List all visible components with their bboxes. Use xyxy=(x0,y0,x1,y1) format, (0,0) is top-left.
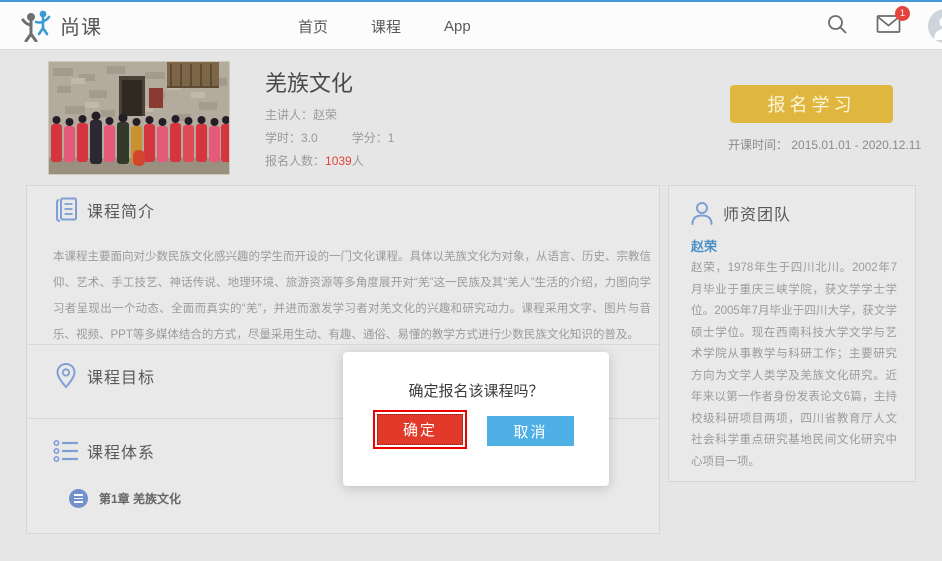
schedule-label: 开课时间： xyxy=(728,138,788,152)
list-outline-icon xyxy=(53,436,79,466)
search-button[interactable] xyxy=(826,13,852,39)
messages-button[interactable]: 1 xyxy=(876,13,902,39)
teachers-header: 师资团队 xyxy=(689,198,791,228)
section-intro-title: 课程简介 xyxy=(87,198,155,222)
section-goal-header: 课程目标 xyxy=(53,361,155,391)
nav-item-app[interactable]: App xyxy=(444,18,471,35)
section-divider xyxy=(27,344,659,345)
brand-name: 尚课 xyxy=(60,11,102,40)
course-photo xyxy=(48,61,230,175)
course-hours-credits: 学时：3.0 学分：1 xyxy=(265,129,394,146)
brand-logo[interactable]: 尚课 xyxy=(18,8,102,42)
course-schedule: 开课时间： 2015.01.01 - 2020.12.11 xyxy=(728,136,921,153)
course-credits: 学分：1 xyxy=(352,131,395,145)
enroll-button[interactable]: 报名学习 xyxy=(730,85,893,123)
schedule-value: 2015.01.01 - 2020.12.11 xyxy=(791,138,921,152)
enroll-count-value: 1039 xyxy=(325,154,352,168)
section-goal-title: 课程目标 xyxy=(87,364,155,388)
teacher-name-link[interactable]: 赵荣 xyxy=(691,236,717,255)
course-hours: 学时：3.0 xyxy=(265,131,318,145)
top-navbar: 尚课 首页 课程 App xyxy=(0,0,942,50)
cancel-button[interactable]: 取消 xyxy=(487,416,574,446)
course-page: 尚课 首页 课程 App xyxy=(0,0,942,561)
nav-item-courses[interactable]: 课程 xyxy=(371,16,401,37)
section-system-header: 课程体系 xyxy=(53,436,155,466)
course-instructor: 主讲人：赵荣 xyxy=(265,106,337,123)
chapter-list-icon xyxy=(69,489,88,508)
course-title: 羌族文化 xyxy=(265,66,353,98)
annotation-highlight-box: 确定 xyxy=(373,410,467,449)
logo-people-icon xyxy=(18,8,52,42)
section-system-title: 课程体系 xyxy=(87,439,155,463)
course-intro-text: 本课程主要面向对少数民族文化感兴趣的学生而开设的一门文化课程。具体以羌族文化为对… xyxy=(53,244,651,348)
notebook-icon xyxy=(53,195,79,225)
course-enrollment: 报名人数：1039人 xyxy=(265,152,364,169)
chapter-label: 第1章 羌族文化 xyxy=(99,490,181,507)
confirm-enroll-dialog: 确定报名该课程吗？ 确定 取消 xyxy=(343,352,609,486)
avatar[interactable] xyxy=(928,9,942,43)
unread-badge: 1 xyxy=(895,6,910,21)
dialog-question: 确定报名该课程吗？ xyxy=(343,380,609,401)
section-intro-header: 课程简介 xyxy=(53,195,155,225)
chapter-item[interactable]: 第1章 羌族文化 xyxy=(69,489,181,508)
enroll-count-label: 报名人数： xyxy=(265,154,325,168)
teacher-bio: 赵荣，1978年生于四川北川。2002年7月毕业于重庆三峡学院，获文学学士学位。… xyxy=(691,258,897,473)
location-pin-icon xyxy=(53,361,79,391)
enroll-count-suffix: 人 xyxy=(352,154,364,168)
confirm-button[interactable]: 确定 xyxy=(377,414,463,445)
navbar-right: 1 xyxy=(826,2,942,50)
person-icon xyxy=(689,198,715,228)
nav-item-home[interactable]: 首页 xyxy=(298,16,328,37)
main-nav: 首页 课程 App xyxy=(298,2,471,50)
search-icon xyxy=(826,13,852,35)
teachers-title: 师资团队 xyxy=(723,201,791,225)
teachers-panel: 师资团队 赵荣 赵荣，1978年生于四川北川。2002年7月毕业于重庆三峡学院，… xyxy=(668,185,916,482)
